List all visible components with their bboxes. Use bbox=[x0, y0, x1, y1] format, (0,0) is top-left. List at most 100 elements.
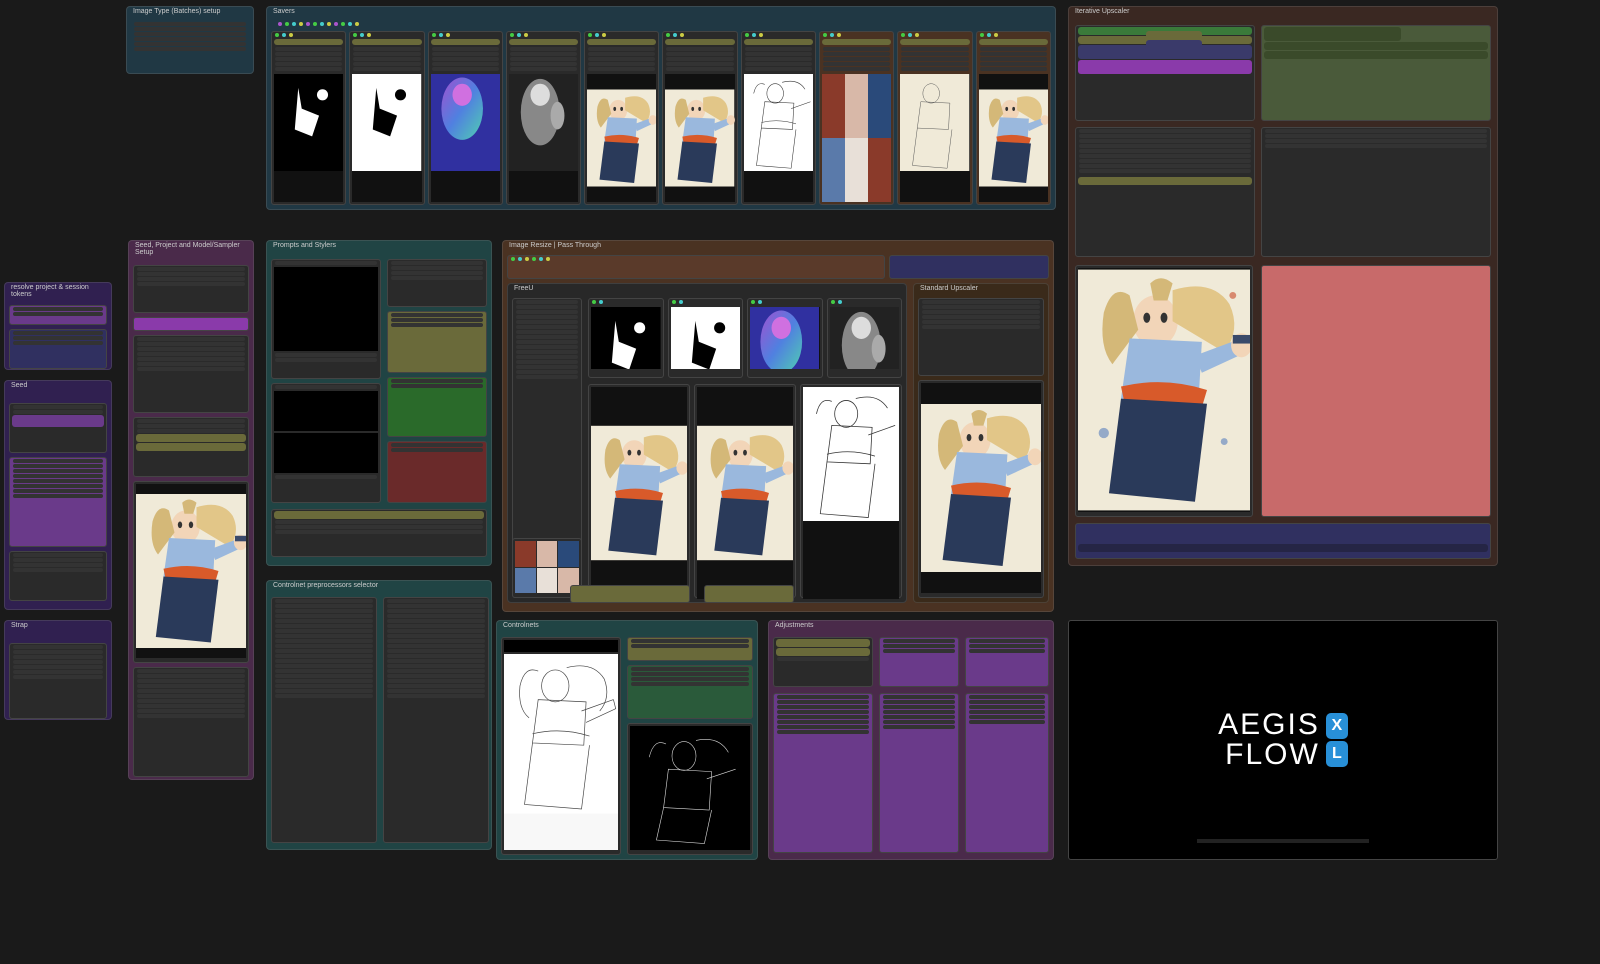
node-upscale-settings-a[interactable] bbox=[1075, 25, 1255, 121]
saver-node-6[interactable] bbox=[741, 31, 816, 205]
std-upscale-image bbox=[921, 383, 1041, 593]
group-title: Strap bbox=[11, 622, 28, 629]
freeu-thumb-0[interactable] bbox=[588, 298, 664, 378]
node-resize-strip[interactable] bbox=[507, 255, 885, 279]
saver-thumb-1 bbox=[352, 74, 421, 202]
group-controlnets[interactable]: Controlnets bbox=[496, 620, 758, 860]
group-resolve-project[interactable]: resolve project & session tokens bbox=[4, 282, 112, 370]
resize-thumb-2[interactable] bbox=[800, 384, 902, 598]
node-cnet-right-top[interactable] bbox=[627, 637, 753, 661]
node-upscale-preview-large[interactable] bbox=[1261, 127, 1491, 257]
group-image-resize[interactable]: Image Resize | Pass Through FreeU Standa… bbox=[502, 240, 1054, 612]
group-title: Controlnet preprocessors selector bbox=[273, 582, 378, 589]
saver-node-2[interactable] bbox=[428, 31, 503, 205]
node-std-upscale-settings[interactable] bbox=[918, 298, 1044, 376]
saver-node-4[interactable] bbox=[584, 31, 659, 205]
node-resize-strip-b[interactable] bbox=[889, 255, 1049, 279]
cnet-sketch-white bbox=[504, 654, 618, 850]
node-cnet-prep-b[interactable] bbox=[383, 597, 489, 843]
node-cnet-right-preview[interactable] bbox=[627, 723, 753, 855]
group-adjustments[interactable]: Adjustments bbox=[768, 620, 1054, 860]
node-styler-d[interactable] bbox=[387, 441, 487, 503]
node-resolve-b[interactable] bbox=[9, 329, 107, 369]
node-seed-out[interactable] bbox=[9, 551, 107, 601]
node-character-preview[interactable] bbox=[133, 481, 249, 663]
group-image-type[interactable]: Image Type (Batches) setup bbox=[126, 6, 254, 74]
node-prompt-neg[interactable] bbox=[271, 383, 381, 503]
logo-panel: AEGIS FLOW X L bbox=[1068, 620, 1498, 860]
node-styler-b[interactable] bbox=[387, 311, 487, 373]
saver-thumb-6 bbox=[744, 74, 813, 202]
node-prompt-footer[interactable] bbox=[271, 509, 487, 557]
node-seed-val[interactable] bbox=[9, 403, 107, 453]
cnet-sketch-black bbox=[630, 726, 750, 850]
node-olive-bar-a[interactable] bbox=[570, 585, 690, 603]
palette-swatch bbox=[558, 541, 579, 567]
node-styler-c[interactable] bbox=[387, 377, 487, 437]
group-title: Image Resize | Pass Through bbox=[509, 242, 601, 249]
node-upscale-aux[interactable] bbox=[1261, 265, 1491, 517]
group-title: Seed bbox=[11, 382, 27, 389]
node-std-upscale-preview[interactable] bbox=[918, 380, 1044, 598]
node-model-select[interactable] bbox=[133, 417, 249, 477]
saver-thumb-3 bbox=[509, 74, 578, 202]
node-styler-a[interactable] bbox=[387, 259, 487, 307]
logo-line-2: FLOW bbox=[1218, 740, 1320, 770]
node-cnet-prep-a[interactable] bbox=[271, 597, 377, 843]
node-olive-bar-b[interactable] bbox=[704, 585, 794, 603]
saver-node-3[interactable] bbox=[506, 31, 581, 205]
resize-thumb-1[interactable] bbox=[694, 384, 796, 598]
node-resolve-a[interactable] bbox=[9, 305, 107, 325]
subgroup-standard-upscaler[interactable]: Standard Upscaler bbox=[913, 283, 1049, 603]
node-adj-c[interactable] bbox=[965, 637, 1049, 687]
node-sampler-settings[interactable] bbox=[133, 667, 249, 777]
group-title: FreeU bbox=[514, 285, 533, 292]
saver-node-1[interactable] bbox=[349, 31, 424, 205]
logo-line-1: AEGIS bbox=[1218, 710, 1320, 740]
group-iterative-upscaler[interactable]: Iterative Upscaler bbox=[1068, 6, 1498, 566]
palette-swatch bbox=[515, 541, 536, 567]
group-strap[interactable]: Strap bbox=[4, 620, 112, 720]
group-title: Prompts and Stylers bbox=[273, 242, 336, 249]
saver-thumb-7 bbox=[822, 74, 891, 202]
group-title: Standard Upscaler bbox=[920, 285, 978, 292]
group-title: Controlnets bbox=[503, 622, 539, 629]
subgroup-freeu[interactable]: FreeU bbox=[507, 283, 907, 603]
saver-node-7[interactable] bbox=[819, 31, 894, 205]
node-upscale-settings-b[interactable] bbox=[1261, 25, 1491, 121]
saver-node-5[interactable] bbox=[662, 31, 737, 205]
group-controlnet-prep[interactable]: Controlnet preprocessors selector bbox=[266, 580, 492, 850]
node-cnet-left[interactable] bbox=[501, 637, 621, 855]
node-adj-b[interactable] bbox=[879, 637, 959, 687]
group-prompts-stylers[interactable]: Prompts and Stylers bbox=[266, 240, 492, 566]
group-title: resolve project & session tokens bbox=[11, 284, 111, 298]
freeu-thumb-1[interactable] bbox=[668, 298, 744, 378]
saver-thumb-8 bbox=[900, 74, 969, 202]
node-strap[interactable] bbox=[9, 643, 107, 719]
node-seed-c[interactable] bbox=[133, 335, 249, 413]
saver-node-8[interactable] bbox=[897, 31, 972, 205]
group-seed-project[interactable]: Seed, Project and Model/Sampler Setup bbox=[128, 240, 254, 780]
saver-node-0[interactable] bbox=[271, 31, 346, 205]
node-adj-f[interactable] bbox=[965, 693, 1049, 853]
node-seed-list[interactable] bbox=[9, 457, 107, 547]
node-prompt-pos[interactable] bbox=[271, 259, 381, 379]
node-adj-a[interactable] bbox=[773, 637, 873, 687]
node-seed-a[interactable] bbox=[133, 265, 249, 313]
node-seed-b[interactable] bbox=[133, 317, 249, 331]
node-upscale-footer[interactable] bbox=[1075, 523, 1491, 559]
node-upscale-output[interactable] bbox=[1075, 265, 1253, 517]
group-savers[interactable]: Savers bbox=[266, 6, 1056, 210]
group-title: Adjustments bbox=[775, 622, 814, 629]
node-adj-e[interactable] bbox=[879, 693, 959, 853]
saver-node-9[interactable] bbox=[976, 31, 1051, 205]
node-adj-d[interactable] bbox=[773, 693, 873, 853]
freeu-thumb-2[interactable] bbox=[747, 298, 823, 378]
freeu-thumb-3[interactable] bbox=[827, 298, 903, 378]
node-cnet-right-mid[interactable] bbox=[627, 665, 753, 719]
group-seed[interactable]: Seed bbox=[4, 380, 112, 610]
palette-swatch bbox=[515, 568, 536, 594]
node-upscale-controls[interactable] bbox=[1075, 127, 1255, 257]
character-image bbox=[136, 484, 246, 658]
resize-thumb-0[interactable] bbox=[588, 384, 690, 598]
